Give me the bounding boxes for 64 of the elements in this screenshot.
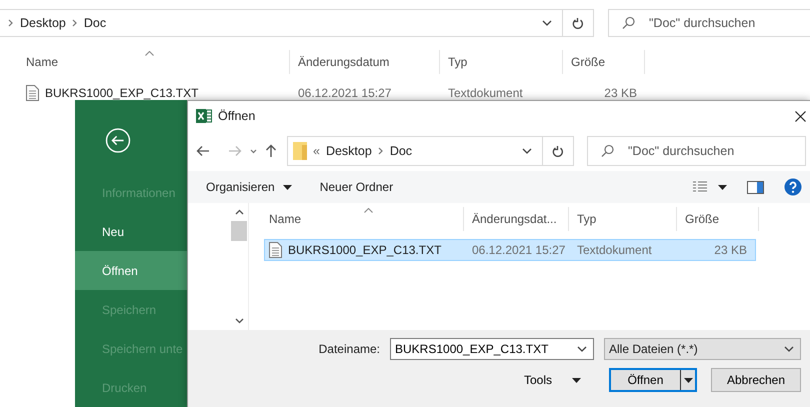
breadcrumb-item[interactable]: Desktop (326, 144, 372, 158)
column-header[interactable]: Änderungsdatum (290, 50, 440, 74)
scroll-thumb[interactable] (231, 221, 247, 241)
cancel-button[interactable]: Abbrechen (711, 368, 801, 392)
column-header[interactable]: Größe (563, 50, 645, 74)
history-dropdown-icon[interactable] (522, 148, 532, 154)
breadcrumb-item[interactable]: Desktop (20, 16, 66, 30)
preview-pane-icon[interactable] (747, 180, 764, 194)
column-header[interactable]: Typ (569, 207, 677, 231)
column-header[interactable]: Name (0, 50, 290, 74)
search-icon (622, 16, 635, 30)
column-header[interactable]: Name (264, 207, 464, 231)
column-header[interactable]: Änderungsdat... (464, 207, 569, 231)
chevron-icon (72, 19, 78, 27)
breadcrumb-item[interactable]: Doc (84, 16, 106, 30)
caret-icon (282, 184, 292, 190)
search-field[interactable]: "Doc" durchsuchen (587, 136, 806, 166)
file-row[interactable]: BUKRS1000_EXP_C13.TXT 06.12.2021 15:27 Textdokument 23 KB (264, 239, 756, 261)
type-cell-text: Textdokument (447, 86, 524, 100)
open-split-button[interactable]: Öffnen (609, 368, 697, 392)
text-file-icon (26, 85, 39, 101)
caret-icon (718, 184, 727, 190)
caret-icon (684, 378, 692, 382)
chevron-icon (8, 19, 14, 27)
close-icon[interactable] (795, 110, 806, 122)
tools-button[interactable]: Tools (524, 373, 581, 387)
folder-icon (293, 142, 307, 160)
size-cell-text: 23 KB (713, 243, 748, 257)
filter-dropdown-icon[interactable] (784, 346, 794, 352)
history-dropdown-icon[interactable] (542, 20, 552, 26)
sort-caret-icon (144, 51, 154, 56)
column-header[interactable]: Größe (677, 207, 759, 231)
date-cell-text: 06.12.2021 15:27 (471, 243, 566, 257)
up-arrow-icon[interactable] (265, 144, 277, 158)
filename-field[interactable]: BUKRS1000_EXP_C13.TXT (390, 338, 594, 360)
file-name-cell: BUKRS1000_EXP_C13.TXT (265, 242, 464, 258)
filename-label: Dateiname: (318, 342, 380, 356)
recent-dropdown-icon[interactable] (250, 148, 257, 154)
scroll-down-icon[interactable] (234, 318, 244, 324)
refresh-icon[interactable] (552, 144, 564, 158)
refresh-icon[interactable] (572, 16, 584, 30)
search-field[interactable]: "Doc" durchsuchen (608, 9, 810, 37)
sort-caret-icon (364, 208, 372, 213)
overflow-mark[interactable]: « (313, 144, 320, 158)
toolbar-button[interactable]: Neuer Ordner (320, 180, 394, 194)
back-arrow-icon[interactable] (196, 145, 210, 157)
type-cell-text: Textdokument (576, 243, 653, 257)
breadcrumb-item[interactable]: Doc (390, 144, 412, 158)
chevron-icon (378, 147, 384, 155)
search-icon (601, 144, 614, 158)
caret-icon (572, 378, 581, 382)
spreadsheet-app-icon (196, 109, 212, 123)
size-cell-text: 23 KB (603, 86, 638, 100)
column-header[interactable]: Typ (440, 50, 563, 74)
help-icon[interactable] (784, 178, 802, 196)
view-options-icon[interactable] (692, 181, 708, 193)
date-cell-text: 06.12.2021 15:27 (297, 86, 392, 100)
toolbar-button[interactable]: Organisieren (206, 180, 292, 194)
filename-dropdown-icon[interactable] (577, 346, 587, 352)
scroll-up-icon[interactable] (234, 209, 244, 215)
dialog-title: Öffnen (218, 109, 256, 123)
file-type-select[interactable]: Alle Dateien (*.*) (604, 338, 801, 360)
text-file-icon (269, 242, 282, 258)
file-name-cell[interactable]: BUKRS1000_EXP_C13.TXT (18, 85, 290, 101)
